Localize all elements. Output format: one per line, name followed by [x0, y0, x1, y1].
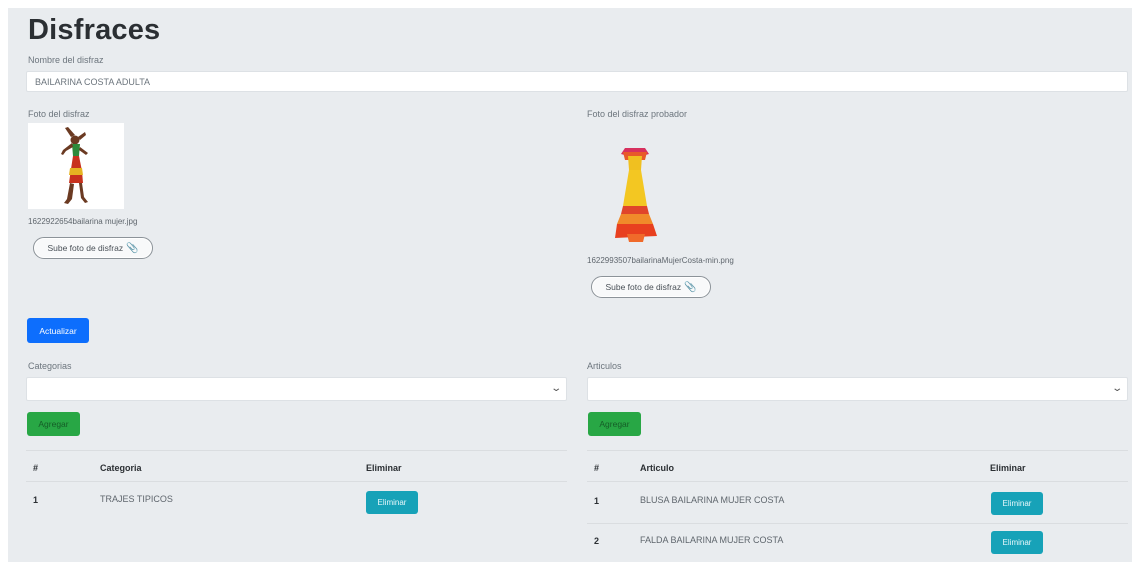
articles-row-num: 2 [594, 536, 600, 546]
articles-row-divider [587, 523, 1128, 524]
categories-col-name: Categoria [100, 463, 142, 473]
add-article-button[interactable]: Agregar [588, 412, 641, 436]
add-category-button[interactable]: Agregar [27, 412, 80, 436]
delete-article-button[interactable]: Eliminar [991, 492, 1043, 515]
update-button[interactable]: Actualizar [27, 318, 89, 343]
dancer-image [61, 127, 88, 204]
articles-row-name: BLUSA BAILARINA MUJER COSTA [640, 495, 785, 505]
articles-col-delete: Eliminar [990, 463, 1026, 473]
tester-upload-label: Sube foto de disfraz [605, 282, 682, 292]
categories-col-delete: Eliminar [366, 463, 402, 473]
delete-category-button[interactable]: Eliminar [366, 491, 418, 514]
categories-header-divider [26, 481, 567, 482]
categories-col-num: # [33, 463, 39, 473]
chevron-down-icon: ⌄ [1110, 383, 1123, 394]
categories-label: Categorias [28, 361, 72, 371]
dress-image [615, 148, 657, 242]
name-label: Nombre del disfraz [28, 55, 104, 65]
main-panel: Disfraces Nombre del disfraz BAILARINA C… [8, 8, 1132, 562]
costume-photo [28, 123, 124, 209]
articles-col-num: # [594, 463, 600, 473]
paperclip-icon: 📎 [684, 281, 697, 293]
tester-photo [605, 144, 665, 244]
articles-select[interactable]: ⌄ [587, 377, 1128, 401]
tester-label: Foto del disfraz probador [587, 109, 688, 119]
articles-col-name: Articulo [640, 463, 675, 473]
articles-label: Articulos [587, 361, 622, 371]
chevron-down-icon: ⌄ [549, 383, 562, 394]
articles-header-divider [587, 481, 1128, 482]
tester-upload-button[interactable]: Sube foto de disfraz 📎 [591, 276, 711, 298]
photo-filename: 1622922654bailarina mujer.jpg [28, 217, 138, 226]
articles-row-num: 1 [594, 496, 600, 506]
photo-upload-button[interactable]: Sube foto de disfraz 📎 [33, 237, 153, 259]
articles-row-name: FALDA BAILARINA MUJER COSTA [640, 535, 784, 545]
articles-table-top-divider [587, 450, 1128, 451]
name-input[interactable]: BAILARINA COSTA ADULTA [26, 71, 1128, 92]
delete-article-button[interactable]: Eliminar [991, 531, 1043, 554]
categories-row-name: TRAJES TIPICOS [100, 494, 173, 504]
categories-select[interactable]: ⌄ [26, 377, 567, 401]
upload-label: Sube foto de disfraz [47, 243, 124, 253]
page-title: Disfraces [28, 14, 161, 46]
categories-table-top-divider [26, 450, 567, 451]
paperclip-icon: 📎 [126, 242, 139, 254]
tester-filename: 1622993507bailarinaMujerCosta-min.png [587, 256, 734, 265]
photo-label: Foto del disfraz [28, 109, 90, 119]
categories-row-num: 1 [33, 495, 39, 505]
